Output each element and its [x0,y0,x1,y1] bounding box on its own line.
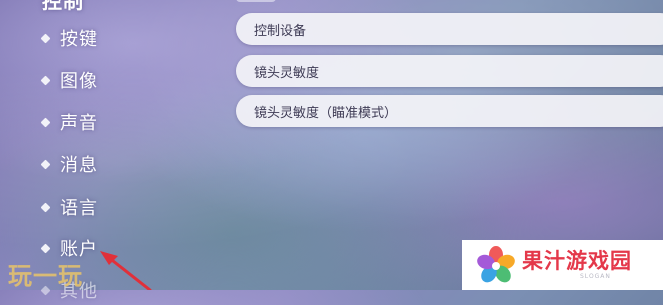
brand-name: 果汁游戏园 [522,249,632,273]
flower-logo-icon [477,246,515,283]
brand-watermark: 果汁游戏园 SLOGAN [462,240,663,290]
brand-slogan: SLOGAN [580,273,611,280]
watermark-text: 玩一玩 [8,262,83,290]
